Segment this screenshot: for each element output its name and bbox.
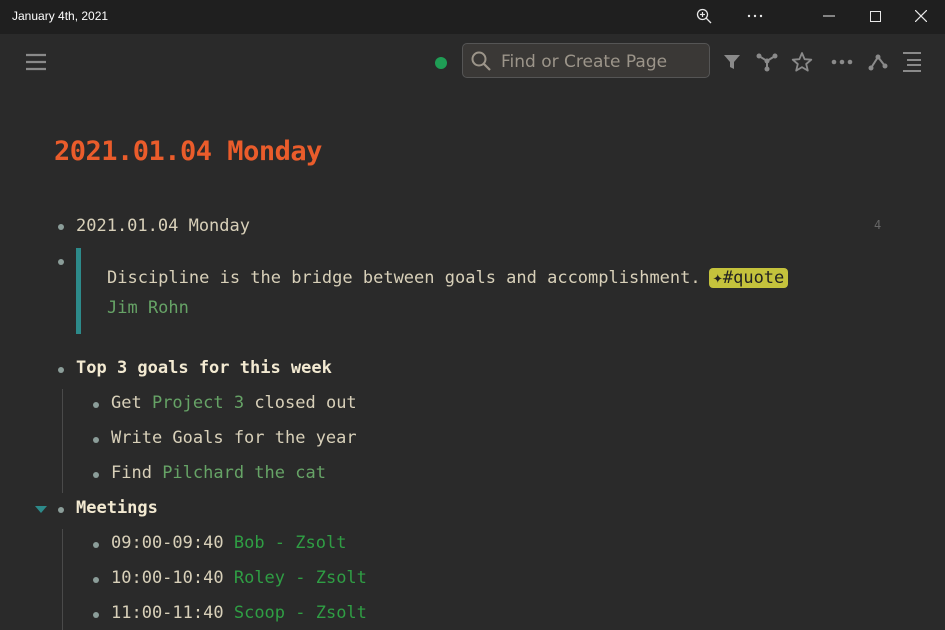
block-bullet[interactable]	[58, 507, 64, 513]
meetings-heading[interactable]: Meetings	[76, 498, 158, 518]
quote-text[interactable]: Discipline is the bridge between goals a…	[107, 268, 701, 288]
list-bullet[interactable]	[93, 577, 99, 583]
quote-line[interactable]: Discipline is the bridge between goals a…	[107, 268, 789, 288]
goal-item[interactable]: Find Pilchard the cat	[111, 463, 326, 483]
page-link[interactable]: Pilchard the cat	[162, 463, 326, 483]
page-link[interactable]: Scoop - Zsolt	[234, 603, 367, 623]
search-icon	[471, 51, 491, 75]
goal-item[interactable]: Write Goals for the year	[111, 428, 357, 448]
block-bullet[interactable]	[58, 224, 64, 230]
reference-count[interactable]: 4	[874, 218, 881, 232]
sync-status-dot	[435, 57, 447, 69]
search-input[interactable]	[499, 50, 703, 74]
page-link[interactable]: Roley - Zsolt	[234, 568, 367, 588]
sidebar-toggle-icon[interactable]	[900, 49, 924, 75]
zoom-icon[interactable]	[681, 0, 727, 32]
quote-bar	[76, 248, 81, 334]
list-bullet[interactable]	[93, 402, 99, 408]
app-toolbar	[0, 34, 945, 90]
more-options-icon[interactable]	[732, 0, 778, 32]
children-guide-line	[62, 529, 63, 630]
meeting-item[interactable]: 11:00-11:40 Scoop - Zsolt	[111, 603, 367, 623]
list-bullet[interactable]	[93, 472, 99, 478]
minimize-icon[interactable]	[806, 0, 852, 32]
quote-tag[interactable]: ✦#quote	[708, 268, 789, 288]
list-bullet[interactable]	[93, 437, 99, 443]
page-link[interactable]: Bob - Zsolt	[234, 533, 347, 553]
meeting-item[interactable]: 09:00-09:40 Bob - Zsolt	[111, 533, 346, 553]
window-titlebar: January 4th, 2021	[0, 0, 945, 34]
page-link[interactable]: Project 3	[152, 393, 244, 413]
children-guide-line	[62, 389, 63, 493]
quote-author-link[interactable]: Jim Rohn	[107, 298, 189, 318]
close-icon[interactable]	[898, 0, 944, 32]
block-text[interactable]: 2021.01.04 Monday	[76, 216, 250, 236]
list-bullet[interactable]	[93, 612, 99, 618]
graph-icon[interactable]	[754, 50, 780, 74]
window-title: January 4th, 2021	[12, 9, 109, 23]
search-box[interactable]	[462, 43, 710, 78]
block-bullet[interactable]	[58, 367, 64, 373]
goals-heading[interactable]: Top 3 goals for this week	[76, 358, 332, 378]
goal-item[interactable]: Get Project 3 closed out	[111, 393, 357, 413]
meeting-item[interactable]: 10:00-10:40 Roley - Zsolt	[111, 568, 367, 588]
list-bullet[interactable]	[93, 542, 99, 548]
menu-icon[interactable]	[22, 48, 50, 76]
page-title[interactable]: 2021.01.04 Monday	[54, 136, 322, 167]
right-sidebar-link-icon[interactable]	[865, 50, 891, 74]
collapse-arrow-icon[interactable]	[35, 506, 47, 513]
star-icon[interactable]	[789, 49, 815, 75]
block-bullet[interactable]	[58, 259, 64, 265]
more-icon[interactable]	[828, 50, 856, 74]
filter-icon[interactable]	[720, 50, 744, 74]
maximize-icon[interactable]	[852, 0, 898, 32]
